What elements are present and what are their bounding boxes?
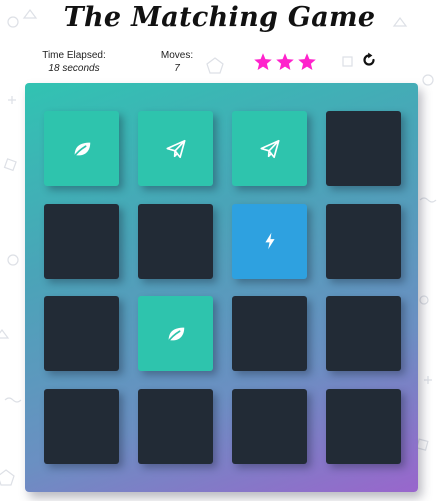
card[interactable] (326, 388, 401, 464)
card[interactable] (44, 388, 119, 464)
card[interactable] (326, 296, 401, 371)
time-label: Time Elapsed: (42, 50, 106, 61)
card[interactable] (232, 111, 307, 186)
card[interactable] (44, 296, 119, 371)
card[interactable] (138, 296, 213, 371)
time-value: 18 seconds (48, 63, 100, 74)
moves-value: 7 (174, 63, 180, 74)
paper-plane-icon (259, 139, 280, 158)
card[interactable] (138, 111, 213, 186)
card[interactable] (326, 203, 401, 279)
card[interactable] (44, 111, 119, 186)
card[interactable] (232, 296, 307, 371)
star-icon (298, 53, 316, 70)
leaf-icon (72, 142, 90, 158)
card[interactable] (44, 203, 119, 279)
card-deck (25, 83, 418, 492)
leaf-icon (166, 327, 184, 343)
bolt-icon (264, 232, 275, 250)
moves-counter: Moves: 7 (150, 49, 204, 75)
paper-plane-icon (165, 139, 186, 158)
card[interactable] (326, 111, 401, 186)
card[interactable] (232, 388, 307, 464)
card[interactable] (232, 203, 307, 279)
star-rating (253, 52, 317, 72)
card[interactable] (138, 388, 213, 464)
time-elapsed: Time Elapsed: 18 seconds (36, 49, 112, 75)
restart-icon (363, 52, 375, 66)
star-icon (276, 53, 294, 70)
card[interactable] (138, 203, 213, 279)
moves-label: Moves: (160, 50, 194, 61)
page-title: The Matching Game (63, 2, 376, 33)
restart-button[interactable] (361, 52, 377, 68)
star-icon (254, 53, 272, 70)
